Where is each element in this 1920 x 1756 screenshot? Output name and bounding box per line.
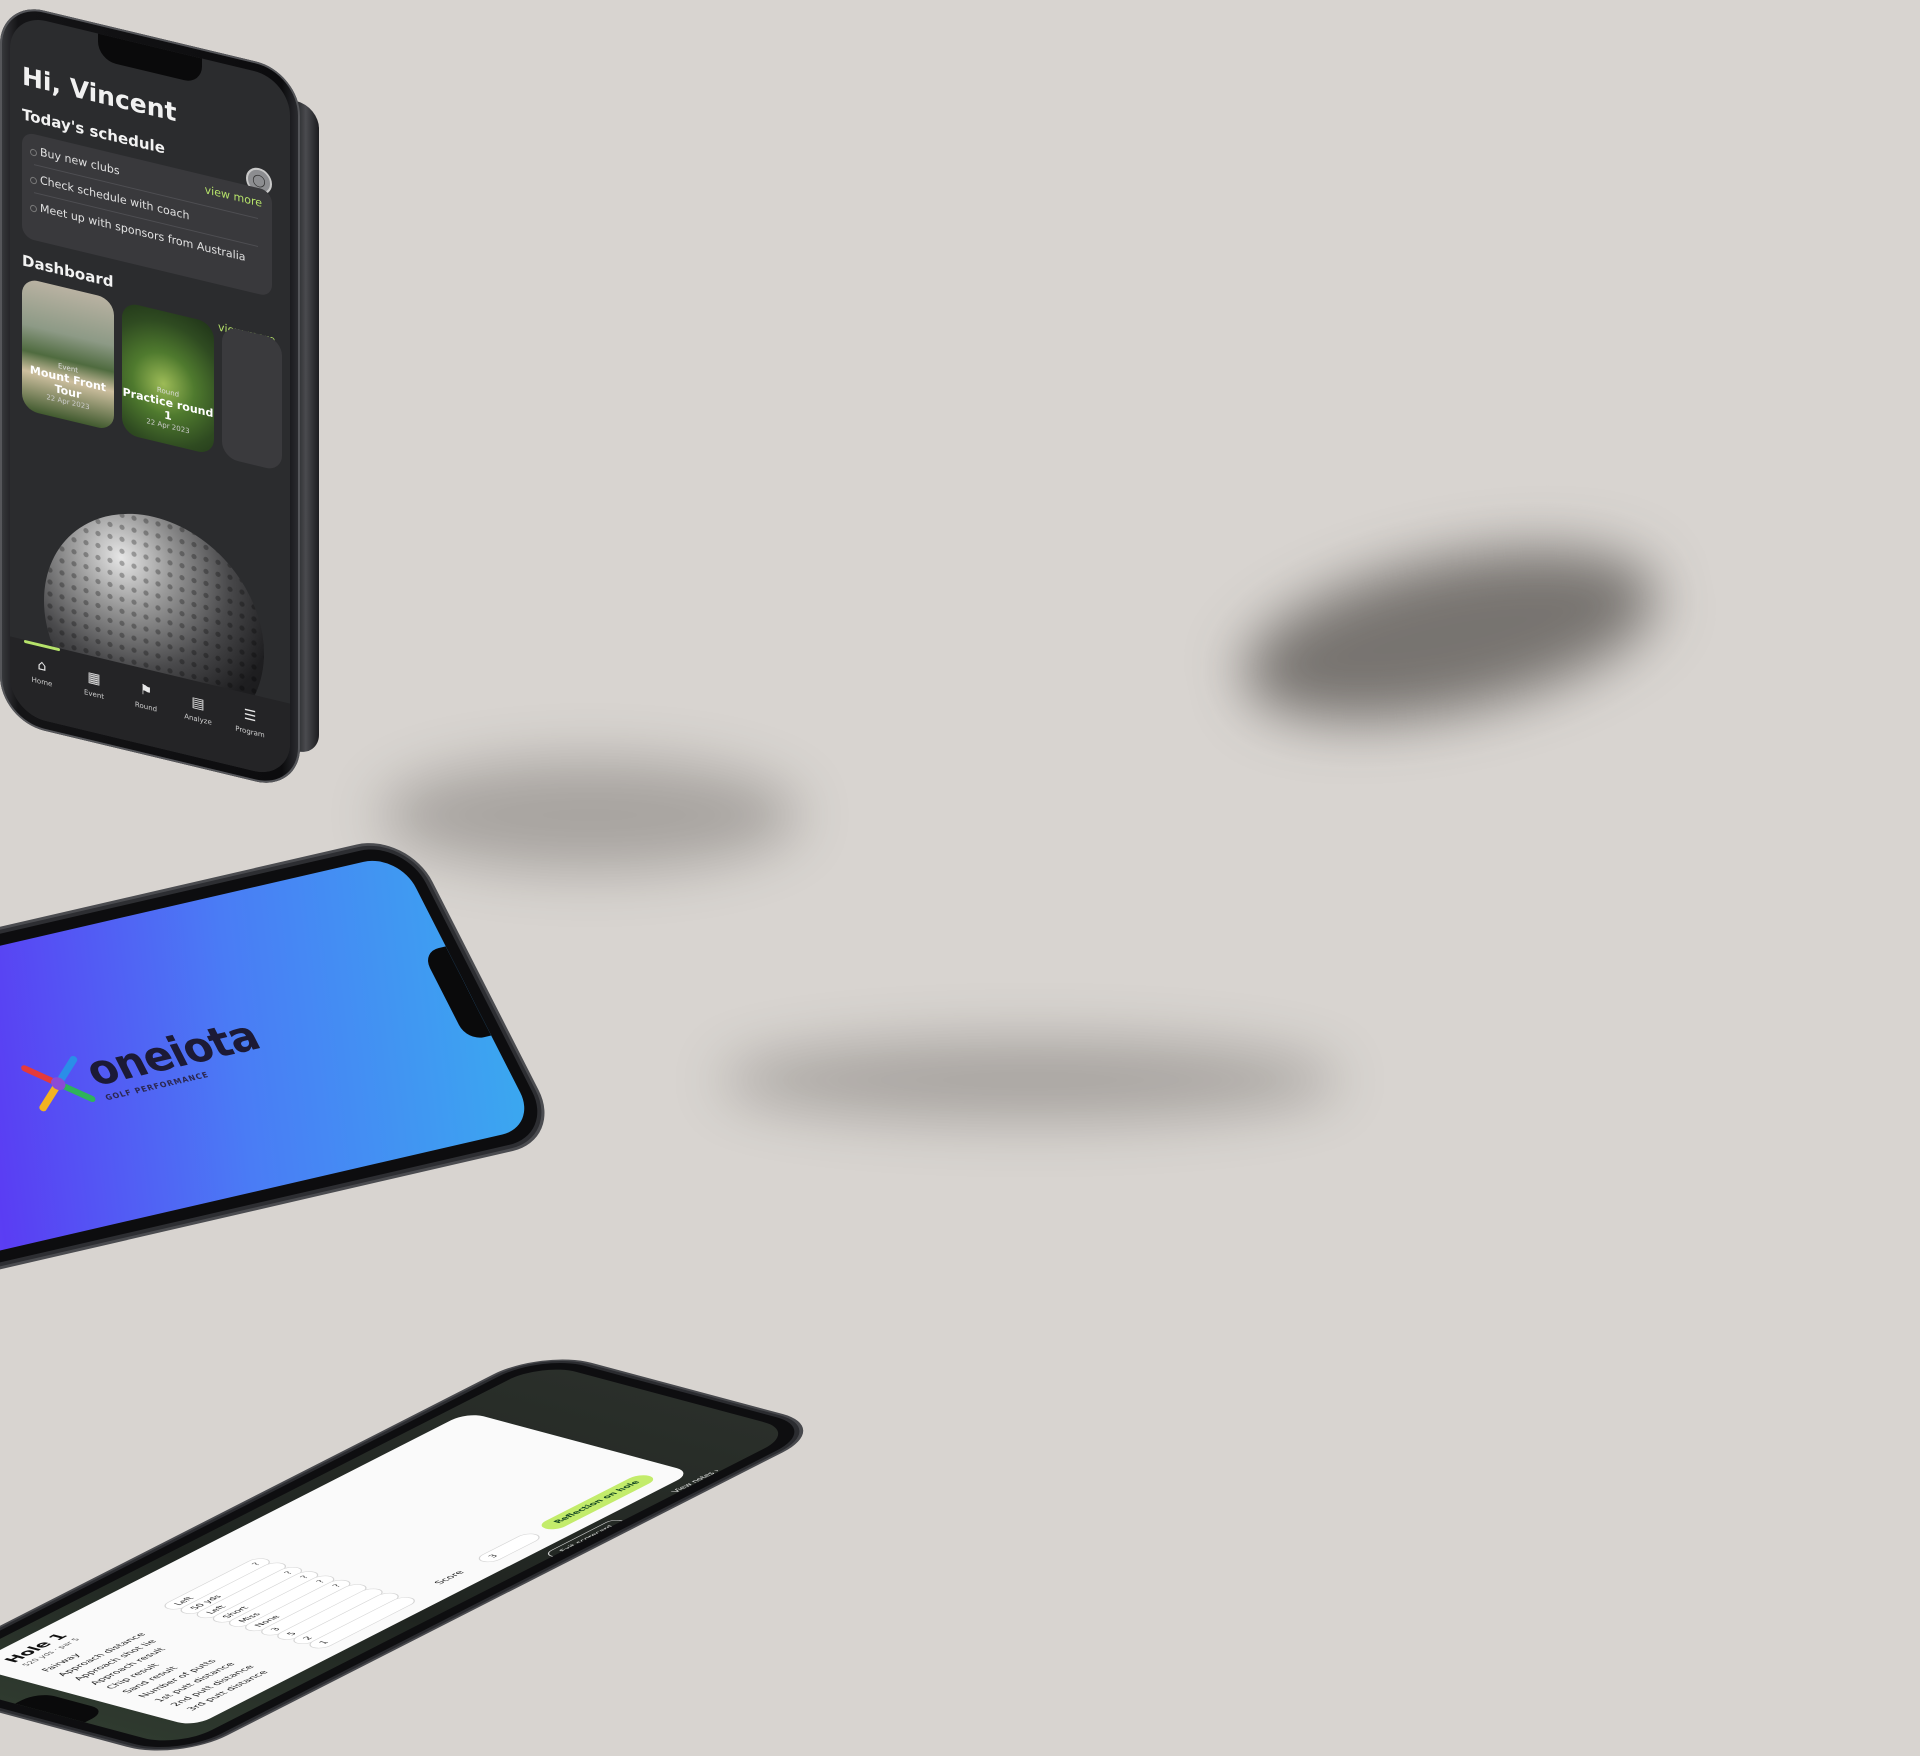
tab-label: Home [31,675,53,689]
scorecard-screen: Hole 1 520 yds · par 5 Fairway Left? App… [0,1362,799,1748]
phone-splash: oneiota GOLF PERFORMANCE [0,840,555,1280]
home-icon: ⌂ [37,657,47,676]
tab-label: Program [235,724,265,740]
reflection-button[interactable]: Reflection on hole [536,1473,659,1532]
dashboard-card-event[interactable]: Event Mount Front Tour 22 Apr 2023 [22,277,114,432]
dashboard-card-partial[interactable] [222,325,282,472]
phone-scorecard: Hole 1 520 yds · par 5 Fairway Left? App… [0,1354,820,1756]
schedule-item[interactable]: Buy new clubs [40,146,120,178]
phone-side-frame [297,101,319,757]
oneiota-logo: oneiota GOLF PERFORMANCE [8,992,321,1127]
tab-label: Event [83,688,105,701]
dashboard-card-round[interactable]: Round Practice round 1 22 Apr 2023 [122,301,214,456]
schedule-view-more-link[interactable]: view more [205,183,262,210]
tab-label: Analyze [184,712,212,727]
select-value: 3 [486,1553,501,1559]
tab-round[interactable]: ⚑ Round [120,677,172,717]
tab-label: Round [134,700,158,714]
select-value: 1 [317,1640,332,1646]
document-icon: ▤ [191,693,205,714]
tab-analyze[interactable]: ▤ Analyze [172,689,224,729]
list-icon: ☰ [243,706,257,726]
calendar-icon: ▦ [87,668,101,689]
home-screen: Hi, Vincent Today's schedule ◯ Buy new c… [10,12,290,780]
tab-event[interactable]: ▦ Event [68,664,120,704]
phone-home: Hi, Vincent Today's schedule ◯ Buy new c… [0,0,319,793]
row-label: Score [432,1570,468,1586]
score-input[interactable]: 3 [473,1531,545,1564]
tab-program[interactable]: ☰ Program [224,702,276,742]
tab-home[interactable]: ⌂ Home [16,652,68,692]
flag-icon: ⚑ [139,681,153,701]
